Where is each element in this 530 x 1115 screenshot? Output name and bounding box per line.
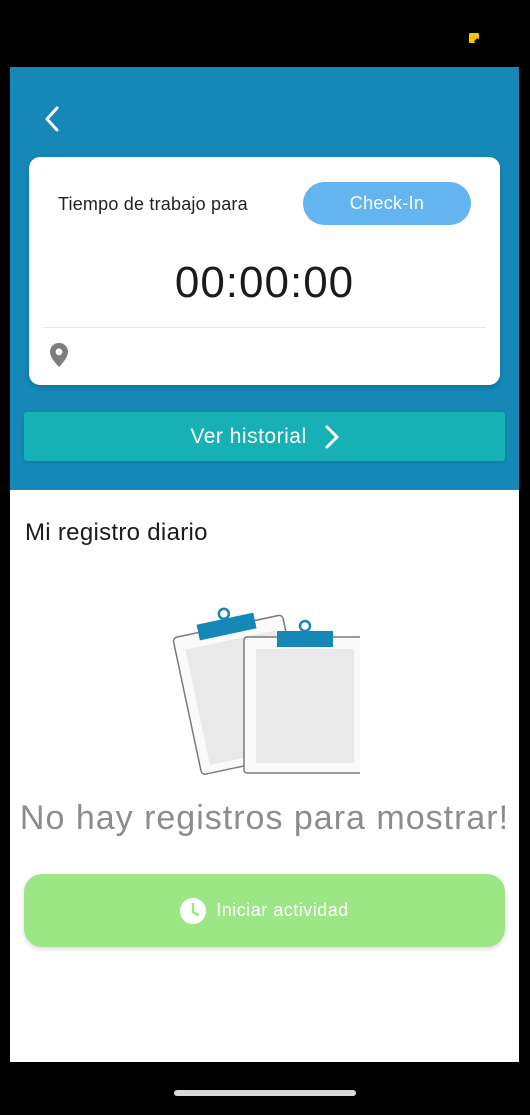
- chevron-right-icon: [325, 425, 339, 448]
- view-history-label: Ver historial: [190, 424, 307, 448]
- work-time-card: Tiempo de trabajo para Check-In 00:00:00: [29, 157, 500, 385]
- home-indicator[interactable]: [174, 1090, 356, 1096]
- back-arrow-icon: [45, 106, 59, 132]
- app-screen: Tiempo de trabajo para Check-In 00:00:00…: [10, 67, 519, 1062]
- daily-log-title: Mi registro diario: [25, 519, 208, 546]
- check-in-button[interactable]: Check-In: [303, 182, 471, 225]
- back-button[interactable]: [37, 102, 67, 136]
- navigation-bar: [0, 1062, 530, 1115]
- start-activity-label: Iniciar actividad: [216, 900, 349, 920]
- notification-icon: [469, 33, 479, 43]
- status-bar: [0, 0, 530, 67]
- header: Tiempo de trabajo para Check-In 00:00:00…: [10, 67, 519, 490]
- location-pin-icon: [50, 343, 68, 367]
- timer-display: 00:00:00: [174, 258, 355, 307]
- empty-state-message: No hay registros para mostrar!: [19, 799, 510, 837]
- start-activity-button[interactable]: Iniciar actividad: [24, 874, 505, 947]
- card-divider: [43, 327, 486, 328]
- clock-icon: [180, 897, 207, 924]
- view-history-button[interactable]: Ver historial: [24, 412, 505, 461]
- work-time-label: Tiempo de trabajo para: [58, 194, 248, 214]
- clipboard-illustration: [172, 607, 360, 775]
